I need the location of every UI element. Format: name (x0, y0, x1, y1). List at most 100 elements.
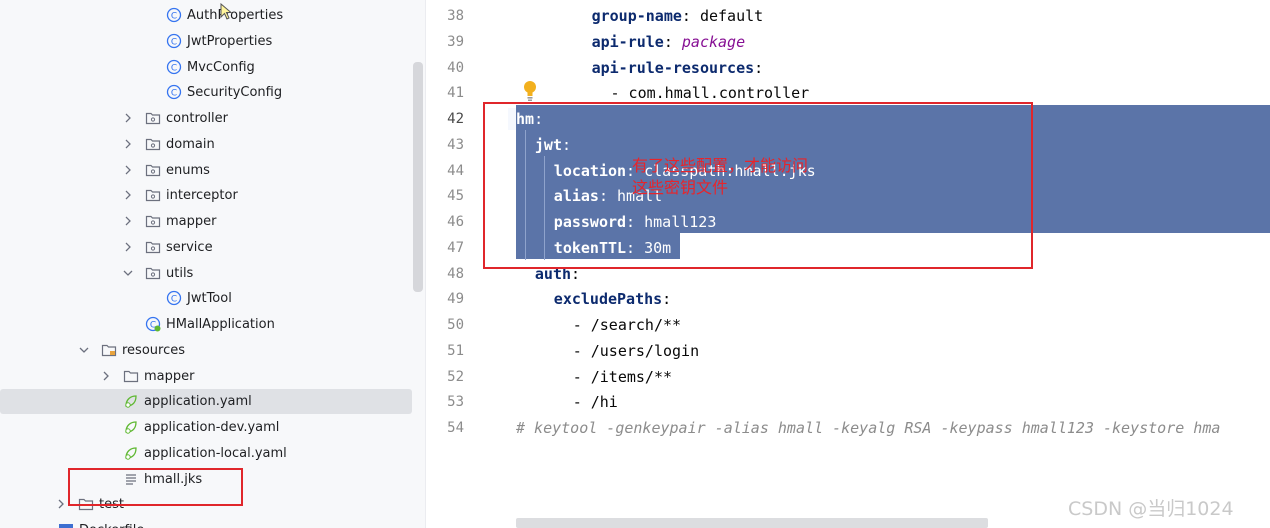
tree-item-label: AuthProperties (187, 8, 284, 23)
code-line[interactable]: - /search/** (516, 315, 681, 335)
annotation-text: 有了这些配置，才能访问 这些密钥文件 (632, 156, 809, 197)
svg-text:C: C (171, 295, 177, 305)
yaml-colon: : (663, 32, 682, 51)
code-text: - /hi (572, 393, 618, 412)
tree-item-label: utils (166, 265, 194, 281)
code-line[interactable]: api-rule-resources: (516, 58, 764, 78)
tree-item-enums[interactable]: enums (0, 158, 425, 183)
line-number: 45 (447, 188, 464, 205)
tree-item-dockerfile[interactable]: Dockerfile (0, 518, 425, 528)
code-line[interactable]: # keytool -genkeypair -alias hmall -keya… (516, 418, 1220, 438)
annotation-box-jks-file (68, 468, 243, 506)
horizontal-scrollbar[interactable] (516, 518, 988, 528)
line-number: 39 (447, 33, 464, 50)
package-icon (145, 215, 161, 228)
tree-item-controller[interactable]: controller (0, 106, 425, 131)
line-number: 50 (447, 317, 464, 333)
folder-icon (123, 370, 139, 382)
tree-item-label: application-dev.yaml (144, 420, 280, 435)
tree-item-label: domain (166, 136, 215, 152)
code-comment: # keytool -genkeypair -alias hmall -keya… (516, 419, 1221, 437)
mouse-cursor-icon (220, 3, 233, 20)
tree-item-mvcconfig[interactable]: C MvcConfig (0, 55, 425, 80)
yaml-file-icon (125, 421, 137, 434)
tree-item-mapper[interactable]: mapper (0, 364, 425, 389)
package-icon (145, 164, 161, 176)
spring-class-icon: C (145, 316, 161, 332)
line-number: 48 (447, 265, 464, 282)
tree-item-hmallapplication[interactable]: C HMallApplication (0, 312, 425, 337)
tree-item-label: service (166, 239, 213, 255)
code-text: - /items/** (572, 367, 673, 386)
code-text: - /search/** (572, 316, 682, 334)
tree-item-jwtproperties[interactable]: C JwtProperties (0, 29, 425, 54)
code-line[interactable]: - /items/** (516, 367, 672, 387)
code-line[interactable]: excludePaths: (516, 289, 671, 309)
code-line[interactable]: - /hi (516, 392, 618, 412)
tree-item-application-local-yaml[interactable]: application-local.yaml (0, 441, 425, 466)
tree-item-resources[interactable]: resources (0, 338, 425, 363)
tree-item-label: Dockerfile (79, 522, 144, 528)
tree-item-label: HMallApplication (166, 317, 275, 332)
watermark: CSDN @当归1024 (1068, 498, 1234, 520)
chevron-right-icon[interactable] (101, 370, 111, 382)
tree-item-label: mapper (166, 214, 217, 229)
tree-item-application-dev-yaml[interactable]: application-dev.yaml (0, 415, 425, 440)
tree-item-application-yaml[interactable]: application.yaml (0, 389, 425, 415)
line-number: 49 (447, 291, 464, 308)
code-line[interactable]: - /users/login (516, 341, 699, 361)
yaml-file-icon (125, 447, 137, 460)
chevron-right-icon[interactable] (123, 112, 133, 124)
class-icon: C (166, 33, 182, 48)
chevron-right-icon[interactable] (123, 164, 133, 176)
tree-item-service[interactable]: service (0, 235, 425, 260)
lightbulb-icon[interactable] (522, 80, 538, 102)
yaml-key: api-rule-resources (591, 58, 755, 77)
line-number: 44 (447, 162, 464, 179)
line-number: 42 (447, 111, 464, 127)
yaml-colon: : (681, 7, 700, 25)
chevron-right-icon[interactable] (123, 241, 133, 253)
code-text: - com.hmall.controller (610, 84, 810, 103)
tree-item-mapper[interactable]: mapper (0, 209, 425, 234)
chevron-right-icon[interactable] (123, 189, 133, 201)
chevron-down-icon[interactable] (123, 267, 133, 279)
package-icon (145, 138, 161, 150)
package-icon (145, 241, 161, 253)
line-number: 40 (447, 59, 464, 76)
line-number: 43 (447, 136, 464, 153)
tree-item-label: JwtProperties (187, 33, 273, 49)
yaml-key: api-rule (591, 32, 664, 51)
svg-text:C: C (171, 37, 177, 47)
line-number: 54 (447, 420, 464, 436)
line-number: 47 (447, 239, 464, 256)
chevron-right-icon[interactable] (123, 215, 133, 227)
tree-item-interceptor[interactable]: interceptor (0, 183, 425, 208)
code-line[interactable]: api-rule: package (516, 32, 746, 52)
tree-item-label: MvcConfig (187, 59, 255, 75)
code-line[interactable]: - com.hmall.controller (516, 83, 810, 103)
yaml-value: default (699, 7, 764, 25)
tree-item-label: controller (166, 111, 229, 126)
line-number: 38 (447, 8, 464, 24)
chevron-right-icon[interactable] (123, 138, 133, 150)
tree-item-utils[interactable]: utils (0, 261, 425, 286)
class-icon: C (166, 59, 182, 74)
tree-item-label: application.yaml (144, 394, 252, 410)
chevron-right-icon[interactable] (56, 498, 66, 510)
yaml-file-icon (125, 395, 137, 408)
tree-scrollbar[interactable] (413, 62, 423, 292)
class-icon: C (166, 291, 182, 306)
chevron-down-icon[interactable] (79, 344, 89, 356)
tree-item-label: enums (166, 162, 210, 178)
tree-item-jwttool[interactable]: C JwtTool (0, 286, 425, 311)
tree-item-securityconfig[interactable]: C SecurityConfig (0, 80, 425, 105)
yaml-key: excludePaths (553, 290, 663, 309)
line-number: 46 (447, 214, 464, 230)
tree-item-label: SecurityConfig (187, 85, 283, 101)
yaml-value: package (681, 32, 746, 51)
tree-item-domain[interactable]: domain (0, 132, 425, 157)
code-text: - /users/login (572, 341, 700, 360)
code-line[interactable]: group-name: default (516, 6, 764, 26)
tree-item-authproperties[interactable]: C AuthProperties (0, 3, 425, 28)
